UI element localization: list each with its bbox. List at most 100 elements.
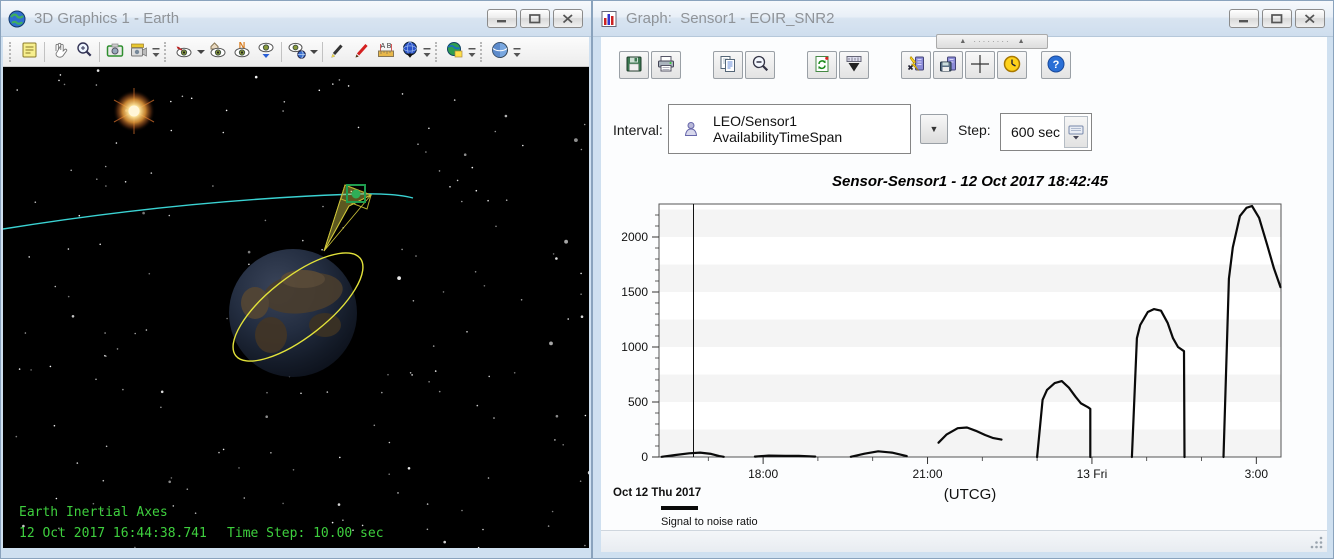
toolbar-overflow-grip[interactable] — [151, 40, 161, 64]
dynamic-update-button[interactable] — [901, 51, 931, 79]
graph-format-icon — [844, 54, 864, 77]
toolbar-separator — [281, 42, 282, 62]
zoom-out-icon — [750, 54, 770, 77]
minimize-button[interactable] — [487, 9, 517, 28]
zoom-out-button[interactable] — [745, 51, 775, 79]
nadir-view-button[interactable] — [254, 40, 278, 64]
toolbar-overflow-grip[interactable] — [512, 40, 522, 64]
earth-app-icon — [7, 9, 27, 29]
toolbar-collapse-strip[interactable]: ▲ ········ ▲ — [936, 34, 1048, 49]
sphere-button[interactable] — [488, 40, 512, 64]
svg-text:A B: A B — [381, 43, 392, 50]
highlight-button[interactable] — [326, 40, 350, 64]
svg-text:Signal to noise ratio: Signal to noise ratio — [661, 516, 758, 528]
measure-icon: A B — [376, 40, 396, 63]
properties-icon — [19, 40, 39, 63]
graph-window-content: ▲ ········ ▲ ? Interval: LEO/Sensor1 Ava… — [601, 37, 1327, 552]
print-button[interactable] — [651, 51, 681, 79]
step-input[interactable]: 600 sec — [1000, 113, 1092, 151]
svg-text:(UTCG): (UTCG) — [944, 486, 997, 503]
3d-graphics-window: 3D Graphics 1 - Earth N A B Earth Inertia… — [0, 0, 592, 559]
properties-button[interactable] — [17, 40, 41, 64]
globe-view-button[interactable] — [285, 40, 309, 64]
nadir-view-icon — [256, 40, 276, 63]
home-view-icon — [208, 40, 228, 63]
collapse-dots: ········ — [973, 39, 1010, 45]
pan-button[interactable] — [48, 40, 72, 64]
snapshot-button[interactable] — [103, 40, 127, 64]
toolbar-drag-handle[interactable] — [435, 42, 440, 62]
north-view-icon: N — [232, 40, 252, 63]
north-view-button[interactable]: N — [230, 40, 254, 64]
earth-note-icon — [445, 40, 465, 63]
3d-scene — [3, 67, 589, 548]
svg-text:18:00: 18:00 — [748, 467, 778, 481]
3d-viewport[interactable]: Earth Inertial Axes 12 Oct 2017 16:44:38… — [3, 67, 589, 548]
interval-dropdown-button[interactable]: ▼ — [920, 114, 948, 144]
left-toolbar: NA B — [3, 37, 589, 67]
maximize-button[interactable] — [520, 9, 550, 28]
toolbar-separator — [322, 42, 323, 62]
maximize-button[interactable] — [1262, 9, 1292, 28]
svg-text:0: 0 — [641, 450, 648, 464]
frame-label: Earth Inertial Axes — [19, 505, 168, 520]
left-titlebar[interactable]: 3D Graphics 1 - Earth — [1, 1, 591, 37]
svg-text:1000: 1000 — [621, 340, 648, 354]
toolbar-drag-handle[interactable] — [480, 42, 485, 62]
help-button[interactable]: ? — [1041, 51, 1071, 79]
snr-chart[interactable]: 050010001500200018:0021:0013 Fri3:00Sens… — [601, 167, 1327, 529]
right-window-title: Graph: Sensor1 - EOIR_SNR2 — [626, 10, 1222, 27]
refresh-icon — [812, 54, 832, 77]
svg-text:?: ? — [1053, 59, 1060, 71]
highlight-icon — [328, 40, 348, 63]
measure-button[interactable]: A B — [374, 40, 398, 64]
copy-icon — [718, 54, 738, 77]
view-from-button[interactable] — [172, 40, 196, 64]
toolbar-separator — [44, 42, 45, 62]
step-label: Step: — [958, 122, 991, 138]
print-icon — [656, 54, 676, 77]
dynamic-update-icon — [906, 54, 926, 77]
crosshair-icon — [970, 54, 990, 77]
annotate-button[interactable] — [350, 40, 374, 64]
time-cursor-icon — [1002, 54, 1022, 77]
dropdown-caret-icon[interactable] — [309, 40, 319, 64]
svg-text:Oct 12 Thu 2017: Oct 12 Thu 2017 — [613, 487, 701, 499]
graph-window: Graph: Sensor1 - EOIR_SNR2 ▲ ········ ▲ … — [592, 0, 1334, 559]
collapse-arrow-icon: ▲ — [959, 38, 966, 45]
record-movie-button[interactable] — [127, 40, 151, 64]
graph-format-button[interactable] — [839, 51, 869, 79]
interval-combo[interactable]: LEO/Sensor1 AvailabilityTimeSpan — [668, 104, 911, 154]
toolbar-overflow-grip[interactable] — [467, 40, 477, 64]
time-step-label: Time Step: 10.00 sec — [227, 526, 384, 541]
close-button[interactable] — [1295, 9, 1325, 28]
right-titlebar[interactable]: Graph: Sensor1 - EOIR_SNR2 — [593, 1, 1333, 37]
status-bar — [601, 530, 1327, 552]
svg-text:500: 500 — [628, 395, 648, 409]
svg-text:1500: 1500 — [621, 285, 648, 299]
save-button[interactable] — [619, 51, 649, 79]
dropdown-caret-icon[interactable] — [196, 40, 206, 64]
resize-grip[interactable] — [1310, 535, 1324, 549]
toolbar-drag-handle[interactable] — [9, 42, 14, 62]
step-unit-button[interactable] — [1064, 116, 1088, 148]
record-movie-icon — [129, 40, 149, 63]
earth-note-button[interactable] — [443, 40, 467, 64]
minimize-button[interactable] — [1229, 9, 1259, 28]
time-cursor-button[interactable] — [997, 51, 1027, 79]
home-view-button[interactable] — [206, 40, 230, 64]
svg-text:2000: 2000 — [621, 230, 648, 244]
svg-text:Sensor-Sensor1 - 12 Oct 2017 1: Sensor-Sensor1 - 12 Oct 2017 18:42:45 — [832, 173, 1109, 190]
toolbar-drag-handle[interactable] — [164, 42, 169, 62]
close-button[interactable] — [553, 9, 583, 28]
snapshot-icon — [105, 40, 125, 63]
refresh-button[interactable] — [807, 51, 837, 79]
svg-text:3:00: 3:00 — [1245, 467, 1269, 481]
pan-icon — [50, 40, 70, 63]
save-report-button[interactable] — [933, 51, 963, 79]
crosshair-button[interactable] — [965, 51, 995, 79]
zoom-button[interactable] — [72, 40, 96, 64]
copy-button[interactable] — [713, 51, 743, 79]
toolbar-overflow-grip[interactable] — [422, 40, 432, 64]
globe-arrow-button[interactable] — [398, 40, 422, 64]
